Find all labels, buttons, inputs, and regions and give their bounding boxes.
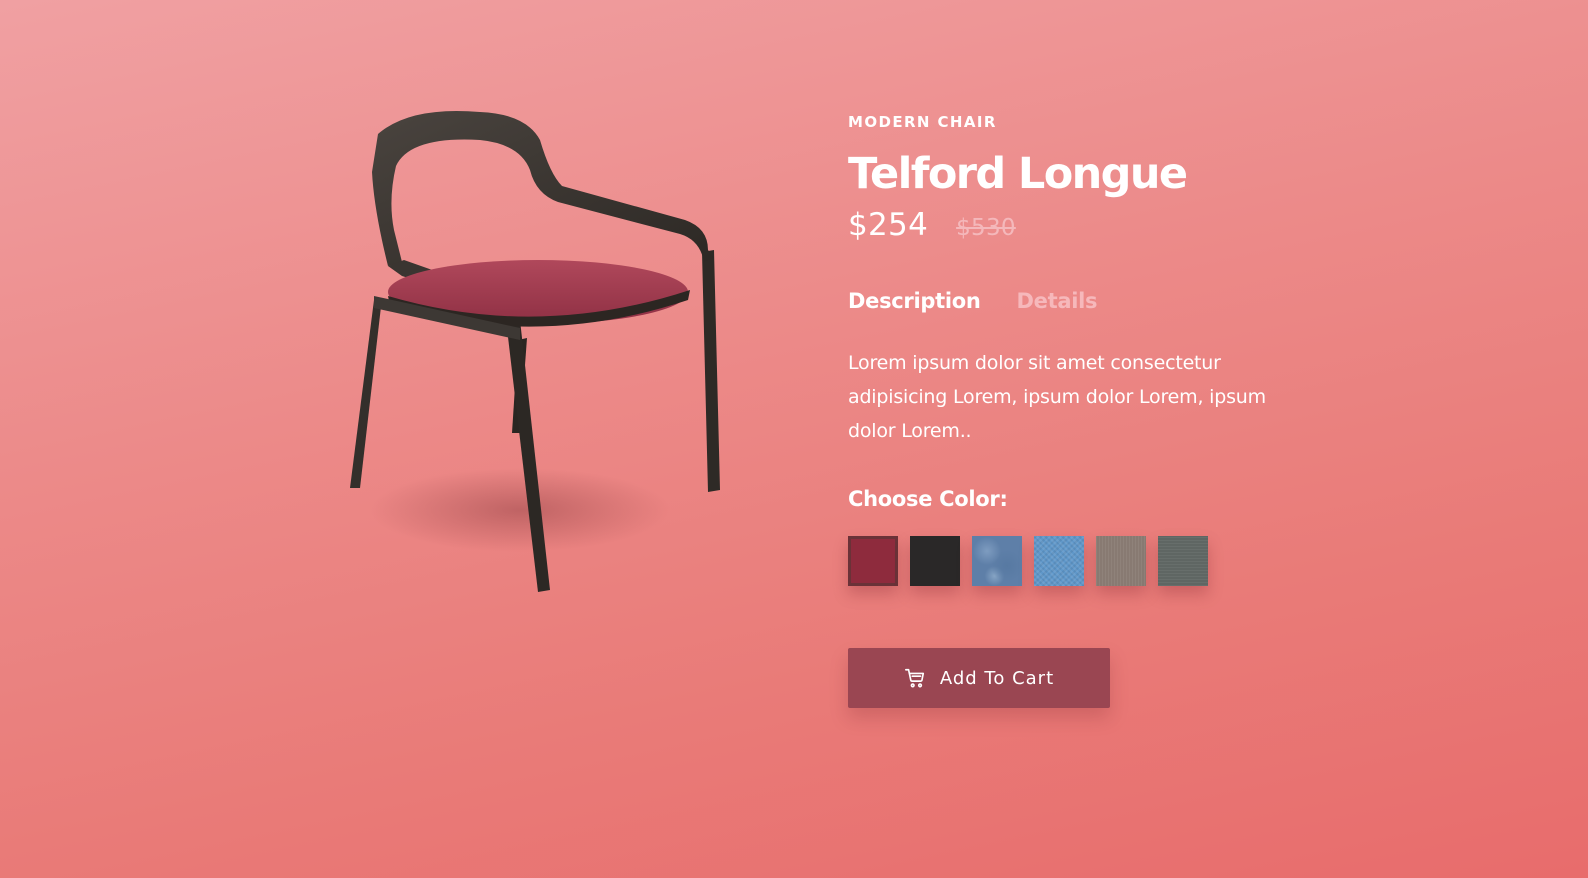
- product-description: Lorem ipsum dolor sit amet consectetur a…: [848, 352, 1266, 442]
- chair-illustration: [350, 110, 720, 592]
- swatch-blue[interactable]: [1034, 536, 1084, 586]
- product-page: MODERN CHAIR Telford Longue $254 $530 De…: [0, 0, 1588, 878]
- product-category: MODERN CHAIR: [848, 113, 997, 131]
- swatch-denim[interactable]: [972, 536, 1022, 586]
- cart-button-label: Add To Cart: [939, 667, 1055, 689]
- swatch-red[interactable]: [848, 536, 898, 586]
- product-info: MODERN CHAIR Telford Longue $254 $530 De…: [848, 112, 1318, 708]
- current-price: $254: [848, 207, 929, 243]
- swatch-taupe[interactable]: [1096, 536, 1146, 586]
- cart-icon: [904, 667, 926, 689]
- price-row: $254 $530: [848, 207, 1318, 251]
- swatch-black[interactable]: [910, 536, 960, 586]
- color-label: Choose Color:: [848, 487, 1008, 511]
- product-image: [330, 100, 740, 610]
- swatch-slate[interactable]: [1158, 536, 1208, 586]
- color-swatches: [848, 536, 1318, 586]
- tab-details[interactable]: Details: [1017, 289, 1098, 313]
- info-tabs: Description Details: [848, 286, 1318, 316]
- old-price: $530: [956, 215, 1016, 241]
- tab-description[interactable]: Description: [848, 289, 981, 313]
- product-title: Telford Longue: [848, 149, 1188, 199]
- add-to-cart-button[interactable]: Add To Cart: [848, 648, 1110, 708]
